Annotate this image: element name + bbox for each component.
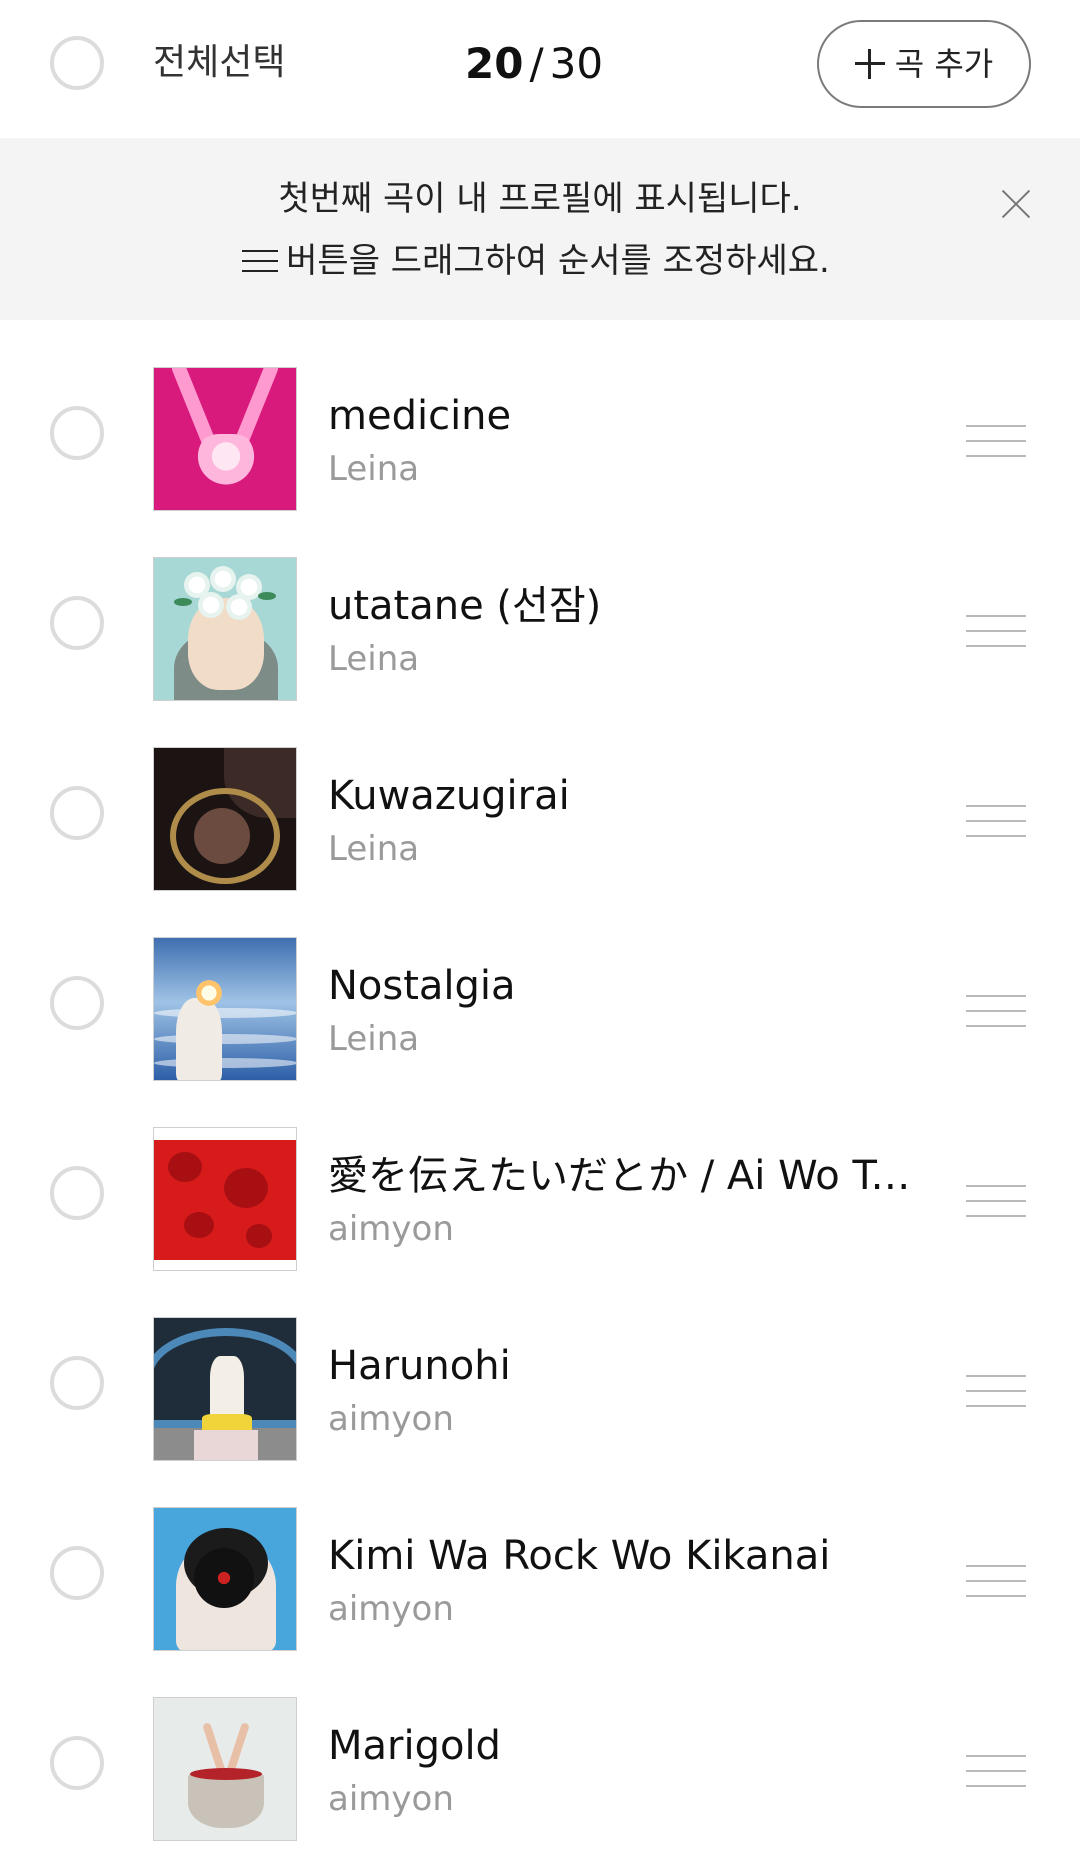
song-select-radio[interactable]	[50, 1356, 104, 1410]
song-title: Marigold	[328, 1723, 501, 1769]
selection-count: 20/30	[465, 36, 603, 92]
song-title: medicine	[328, 393, 512, 439]
song-title: utatane (선잠)	[328, 583, 602, 629]
drag-handle-icon[interactable]	[966, 1564, 1026, 1600]
song-row[interactable]: utatane (선잠) Leina	[0, 510, 1080, 701]
song-select-radio[interactable]	[50, 1166, 104, 1220]
select-all-radio[interactable]	[50, 36, 104, 90]
song-row[interactable]: Kimi Wa Rock Wo Kikanai aimyon	[0, 1460, 1080, 1651]
album-cover	[153, 1317, 297, 1461]
top-bar: 전체선택 20/30 곡 추가	[0, 0, 1080, 138]
album-cover	[153, 1507, 297, 1651]
album-cover	[153, 1697, 297, 1841]
song-artist: Leina	[328, 449, 420, 489]
song-artist: Leina	[328, 1019, 420, 1059]
notice-line-1: 첫번째 곡이 내 프로필에 표시됩니다.	[278, 179, 802, 219]
album-cover	[153, 367, 297, 511]
drag-handle-icon[interactable]	[966, 1374, 1026, 1410]
song-select-radio[interactable]	[50, 786, 104, 840]
notice-line-2: 버튼을 드래그하여 순서를 조정하세요.	[286, 241, 830, 281]
song-row[interactable]: Nostalgia Leina	[0, 890, 1080, 1081]
total-count: 30	[549, 39, 604, 88]
drag-handle-icon[interactable]	[966, 1184, 1026, 1220]
notice-banner: 첫번째 곡이 내 프로필에 표시됩니다. 버튼을 드래그하여 순서를 조정하세요…	[0, 138, 1080, 320]
song-row[interactable]: 愛を伝えたいだとか / Ai Wo Ts... aimyon	[0, 1080, 1080, 1271]
album-cover	[153, 557, 297, 701]
song-select-radio[interactable]	[50, 596, 104, 650]
song-row[interactable]: Marigold aimyon	[0, 1650, 1080, 1841]
song-artist: aimyon	[328, 1589, 454, 1629]
playlist-edit-screen: 전체선택 20/30 곡 추가 첫번째 곡이 내 프로필에 표시됩니다. 버튼을…	[0, 0, 1080, 1850]
song-artist: Leina	[328, 829, 420, 869]
menu-icon	[242, 248, 279, 274]
plus-icon	[854, 49, 885, 79]
add-song-label: 곡 추가	[894, 45, 994, 83]
count-separator: /	[529, 39, 544, 88]
drag-handle-icon[interactable]	[966, 804, 1026, 840]
song-artist: aimyon	[328, 1779, 454, 1819]
song-select-radio[interactable]	[50, 976, 104, 1030]
album-cover	[153, 1127, 297, 1271]
drag-handle-icon[interactable]	[966, 614, 1026, 650]
song-select-radio[interactable]	[50, 406, 104, 460]
song-artist: aimyon	[328, 1399, 454, 1439]
drag-handle-icon[interactable]	[966, 1754, 1026, 1790]
song-title: Nostalgia	[328, 963, 516, 1009]
select-all-label[interactable]: 전체선택	[153, 36, 285, 90]
song-artist: aimyon	[328, 1209, 454, 1249]
album-cover	[153, 937, 297, 1081]
song-title: 愛を伝えたいだとか / Ai Wo Ts...	[328, 1153, 928, 1199]
close-icon[interactable]	[996, 184, 1036, 224]
notice-line-2-wrapper: 버튼을 드래그하여 순서를 조정하세요.	[0, 239, 1080, 285]
add-song-button[interactable]: 곡 추가	[817, 20, 1031, 108]
song-title: Harunohi	[328, 1343, 511, 1389]
song-row[interactable]: Kuwazugirai Leina	[0, 700, 1080, 891]
song-title: Kuwazugirai	[328, 773, 570, 819]
drag-handle-icon[interactable]	[966, 424, 1026, 460]
selected-count: 20	[465, 39, 524, 88]
song-row[interactable]: Harunohi aimyon	[0, 1270, 1080, 1461]
song-artist: Leina	[328, 639, 420, 679]
album-cover	[153, 747, 297, 891]
song-title: Kimi Wa Rock Wo Kikanai	[328, 1533, 831, 1579]
song-list: medicine Leina utatane (선잠) Leina Kuwazu…	[0, 320, 1080, 1841]
song-select-radio[interactable]	[50, 1546, 104, 1600]
drag-handle-icon[interactable]	[966, 994, 1026, 1030]
song-row[interactable]: medicine Leina	[0, 320, 1080, 511]
song-select-radio[interactable]	[50, 1736, 104, 1790]
